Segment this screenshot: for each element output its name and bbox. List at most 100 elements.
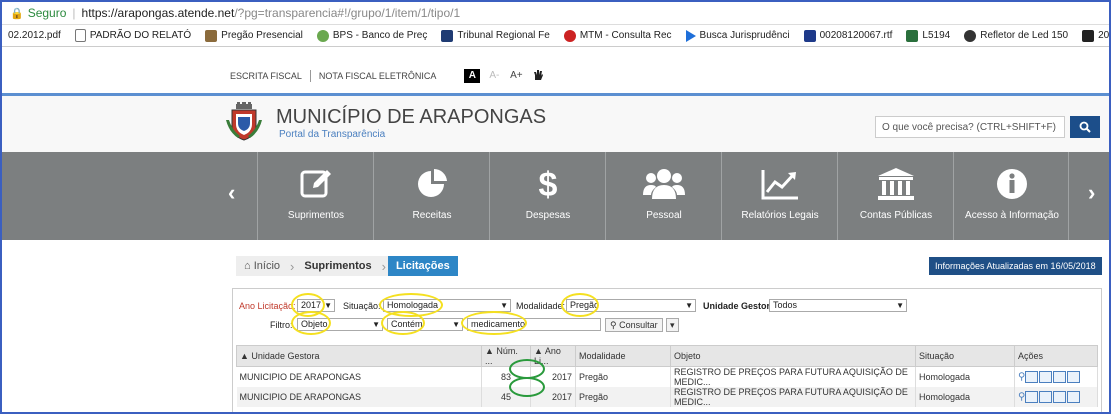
highlight-row1-number <box>509 359 545 379</box>
column-header-label: Objeto <box>674 351 701 361</box>
search-input[interactable]: O que você precisa? (CTRL+SHIFT+F) <box>875 116 1065 138</box>
document-icon[interactable] <box>1039 391 1053 403</box>
nav-item-relatorios[interactable]: Relatórios Legais <box>721 152 837 240</box>
chevron-right-icon: › <box>381 258 386 274</box>
contrast-button[interactable]: A <box>464 69 481 83</box>
consultar-options-button[interactable]: ▾ <box>666 318 679 332</box>
column-header-situacao[interactable]: Situação <box>915 345 1015 367</box>
bookmark-item[interactable]: BPS - Banco de Preç <box>316 29 428 42</box>
nav-item-contas[interactable]: Contas Públicas <box>837 152 953 240</box>
dollar-icon: $ <box>490 164 606 204</box>
bookmark-label: 2017_KessyaMilena <box>1098 30 1109 41</box>
url-path[interactable]: /?pg=transparencia#!/grupo/1/item/1/tipo… <box>234 6 460 20</box>
bookmark-item[interactable]: L5194 <box>906 29 950 42</box>
bookmark-favicon-icon <box>803 29 816 42</box>
document-icon[interactable] <box>1053 391 1067 403</box>
bookmark-item[interactable]: 02.2012.pdf <box>8 30 61 41</box>
bookmark-favicon-icon <box>906 29 919 42</box>
ano-label: Ano Licitação: <box>239 301 296 311</box>
nav-item-receitas[interactable]: Receitas <box>373 152 489 240</box>
breadcrumb-current: Licitações <box>387 256 458 276</box>
edit-icon <box>258 164 374 204</box>
nav-item-suprimentos[interactable]: Suprimentos <box>257 152 373 240</box>
nav-label: Suprimentos <box>287 210 345 221</box>
font-increase-button[interactable]: A+ <box>508 69 524 83</box>
search-button[interactable] <box>1070 116 1100 138</box>
url-host[interactable]: https://arapongas.atende.net <box>82 6 235 20</box>
chevron-down-icon: ▼ <box>685 301 693 310</box>
table-row[interactable]: MUNICIPIO DE ARAPONGAS 83 2017 Pregão RE… <box>236 366 1098 387</box>
document-icon[interactable] <box>1067 371 1081 383</box>
chevron-down-icon: ▼ <box>452 320 460 329</box>
pie-chart-icon <box>374 164 490 204</box>
highlight-filtro-text <box>461 311 527 335</box>
document-icon[interactable] <box>1039 371 1053 383</box>
bookmark-favicon-icon <box>205 29 218 42</box>
column-header-modalidade[interactable]: Modalidade <box>575 345 671 367</box>
cell-situacao: Homologada <box>915 387 1015 407</box>
page-title: MUNICÍPIO DE ARAPONGAS <box>276 106 547 128</box>
highlight-modalidade <box>561 293 599 317</box>
breadcrumb-suprimentos[interactable]: Suprimentos <box>296 256 379 276</box>
chevron-down-icon: ▼ <box>324 301 332 310</box>
consultar-button[interactable]: ⚲ Consultar <box>605 318 663 332</box>
column-header-label: Unidade Gestora <box>251 351 320 361</box>
cell-acoes: ⚲ <box>1014 366 1098 387</box>
licitacoes-table: ▲ Unidade Gestora ▲ Núm. ... ▲ Ano Li...… <box>236 345 1098 407</box>
column-header-unidade[interactable]: ▲ Unidade Gestora <box>236 345 482 367</box>
bookmark-item[interactable]: Tribunal Regional Fe <box>441 29 550 42</box>
table-row[interactable]: MUNICIPIO DE ARAPONGAS 45 2017 Pregão RE… <box>236 387 1098 407</box>
consultar-label: Consultar <box>619 320 658 330</box>
bookmark-label: 00208120067.rtf <box>819 30 893 41</box>
nav-prev-arrow[interactable]: ‹ <box>228 180 235 206</box>
bookmark-item[interactable]: Busca Jurisprudênci <box>685 29 790 42</box>
secure-label: Seguro <box>27 6 67 20</box>
bookmark-label: BPS - Banco de Preç <box>332 30 428 41</box>
nav-label: Relatórios Legais <box>741 210 819 221</box>
highlight-filtro-operator <box>381 311 425 335</box>
chevron-down-icon: ▾ <box>670 320 675 330</box>
bookmark-favicon-icon <box>685 29 696 42</box>
cell-unidade: MUNICIPIO DE ARAPONGAS <box>236 366 482 387</box>
chevron-down-icon: ▼ <box>372 320 380 329</box>
nav-label: Receitas <box>412 210 452 221</box>
column-header-objeto[interactable]: Objeto <box>670 345 916 367</box>
nav-item-despesas[interactable]: $ Despesas <box>489 152 605 240</box>
unidade-label: Unidade Gestora: <box>703 301 779 311</box>
nav-next-arrow[interactable]: › <box>1088 180 1095 206</box>
bookmark-item[interactable]: 00208120067.rtf <box>803 29 893 42</box>
bookmark-item[interactable]: MTM - Consulta Rec <box>563 29 672 42</box>
address-bar[interactable]: 🔒 Seguro | https://arapongas.atende.net … <box>2 2 1109 25</box>
coat-of-arms-logo[interactable] <box>224 102 264 142</box>
bookmark-label: Pregão Presencial <box>221 30 303 41</box>
sign-language-icon[interactable] <box>530 69 546 83</box>
breadcrumb-home[interactable]: ⌂ Início <box>236 256 288 276</box>
column-header-label: Ações <box>1018 351 1044 361</box>
nav-item-pessoal[interactable]: Pessoal <box>605 152 721 240</box>
bookmark-item[interactable]: Pregão Presencial <box>205 29 303 42</box>
bookmark-item[interactable]: Refletor de Led 150 <box>964 29 1068 42</box>
bookmarks-bar: 02.2012.pdf PADRÃO DO RELATÓ Pregão Pres… <box>2 25 1109 47</box>
highlight-row2-number <box>509 377 545 397</box>
bookmark-favicon-icon <box>316 29 329 42</box>
unidade-select[interactable]: Todos ▼ <box>769 299 907 312</box>
bookmark-label: Busca Jurisprudênci <box>699 30 790 41</box>
font-decrease-button[interactable]: A- <box>486 69 502 83</box>
zoom-icon[interactable]: ⚲ <box>1018 371 1025 382</box>
bookmark-item[interactable]: PADRÃO DO RELATÓ <box>74 29 191 42</box>
document-icon <box>74 29 86 42</box>
nav-item-acesso[interactable]: Acesso à Informação <box>953 152 1069 240</box>
nota-fiscal-link[interactable]: NOTA FISCAL ELETRÔNICA <box>319 71 437 81</box>
column-header-label: Situação <box>919 351 955 361</box>
portal-subtitle[interactable]: Portal da Transparência <box>279 129 385 140</box>
document-icon[interactable] <box>1053 371 1067 383</box>
escrita-fiscal-link[interactable]: ESCRITA FISCAL <box>230 71 302 81</box>
home-icon: ⌂ <box>244 260 251 272</box>
highlight-filtro-field <box>291 311 331 335</box>
bookmark-item[interactable]: 2017_KessyaMilena <box>1082 29 1109 42</box>
zoom-icon[interactable]: ⚲ <box>1018 391 1025 402</box>
main-content: ⌂ Início › Suprimentos › Licitações Info… <box>2 240 1109 412</box>
document-icon[interactable] <box>1067 391 1081 403</box>
document-icon[interactable] <box>1025 371 1039 383</box>
document-icon[interactable] <box>1025 391 1039 403</box>
